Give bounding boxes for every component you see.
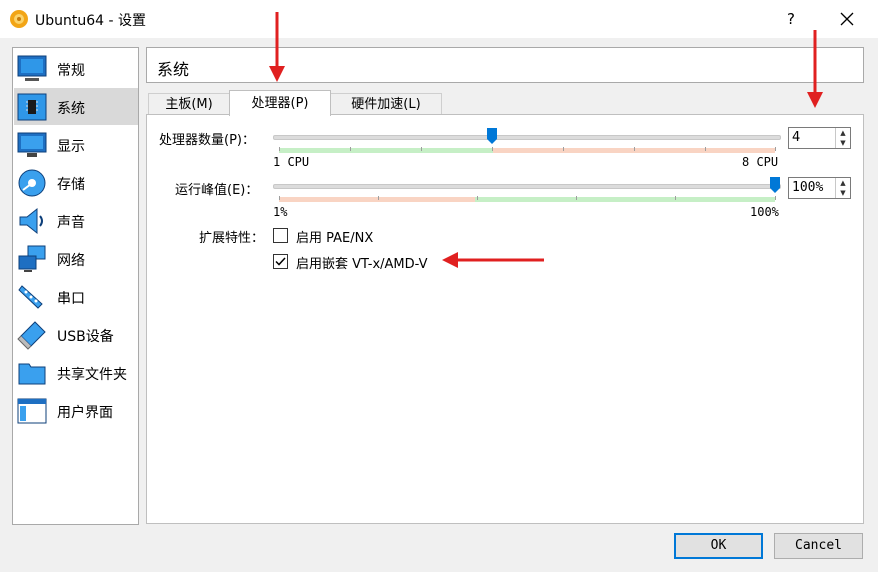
sidebar-item-display[interactable]: 显示 [14,126,138,163]
sidebar-item-label: 串口 [57,291,85,307]
network-icon [18,245,46,272]
speaker-icon [19,207,43,235]
sidebar-item-label: USB设备 [57,329,114,345]
tab-acceleration[interactable]: 硬件加速(L) [330,93,442,115]
sidebar-item-serial[interactable]: 串口 [14,278,138,315]
cpu-tick [279,147,280,151]
sidebar-item-storage[interactable]: 存储 [14,164,138,201]
nested-virtualization-label[interactable]: 启用嵌套 VT-x/AMD-V [296,253,427,272]
tab-motherboard[interactable]: 主板(M) [148,93,230,115]
cpu-max-label: 8 CPU [742,155,779,169]
cpu-count-spinbox[interactable]: 4 ▲ ▼ [788,127,851,149]
exec-cap-max-label: 100% [750,205,779,219]
sidebar-item-usb[interactable]: USB设备 [14,316,138,353]
page-title: 系统 [157,60,190,79]
cancel-button[interactable]: Cancel [774,533,863,559]
cpu-tick [705,147,706,151]
exec-cap-slider-handle[interactable] [769,176,781,194]
sidebar-item-network[interactable]: 网络 [14,240,138,277]
exec-cap-range-warn [279,197,475,202]
storage-icon [18,169,46,197]
monitor-icon [17,55,47,81]
annotation-arrow-left-icon [442,252,544,268]
cpu-count-value: 4 [792,130,801,145]
cpu-tick [492,147,493,151]
cpu-tick [421,147,422,151]
pae-checkbox[interactable] [273,228,288,243]
cpu-min-label: 1 CPU [273,155,310,169]
nested-virtualization-checkbox[interactable] [273,254,288,269]
spin-down-icon[interactable]: ▼ [836,138,850,148]
cpu-count-range-good [279,148,493,153]
chip-icon [17,93,47,121]
pae-label[interactable]: 启用 PAE/NX [296,227,373,246]
window-title: Ubuntu64 - 设置 [35,13,147,29]
virtualbox-app-icon [10,10,28,28]
exec-cap-min-label: 1% [273,205,288,219]
spin-down-icon[interactable]: ▼ [836,188,850,198]
exec-tick [576,196,577,200]
window-icon [17,398,47,424]
sidebar-item-label: 存储 [57,177,85,193]
exec-cap-value: 100% [792,180,824,195]
exec-tick [378,196,379,200]
annotation-arrow-down-icon [269,12,285,82]
sidebar-item-label: 共享文件夹 [57,367,127,383]
title-bar: Ubuntu64 - 设置 ? [0,0,878,38]
sidebar-item-label: 显示 [57,139,85,155]
exec-cap-spin-arrows[interactable]: ▲ ▼ [835,178,850,198]
sidebar-item-general[interactable]: 常规 [14,50,138,87]
exec-tick [477,196,478,200]
sidebar-item-user-interface[interactable]: 用户界面 [14,392,138,429]
display-icon [17,132,47,157]
checkmark-icon [275,257,286,266]
sidebar-item-audio[interactable]: 声音 [14,202,138,239]
cpu-tick [563,147,564,151]
close-button[interactable] [834,6,860,32]
page-header: 系统 [146,47,864,83]
exec-cap-slider-groove[interactable] [273,184,781,189]
sidebar-item-shared-folders[interactable]: 共享文件夹 [14,354,138,391]
exec-cap-spinbox[interactable]: 100% ▲ ▼ [788,177,851,199]
cpu-count-slider-handle[interactable] [486,127,498,145]
cpu-count-slider-groove[interactable] [273,135,781,140]
cpu-tick [775,147,776,151]
exec-tick [279,196,280,200]
cpu-count-label: 处理器数量(P)： [159,133,255,148]
exec-tick [775,196,776,200]
settings-sidebar: 常规 系统 显示 存储 声音 网络 串口 USB设备 共享文件夹 用户界面 [12,47,139,525]
cpu-tick [350,147,351,151]
processor-panel: 处理器数量(P)： 1 CPU 8 CPU 4 ▲ ▼ 运行峰值(E)： 1% … [146,114,864,524]
exec-tick [675,196,676,200]
sidebar-item-label: 声音 [57,215,85,231]
sidebar-item-label: 用户界面 [57,405,113,421]
folder-icon [18,363,46,385]
cpu-count-spin-arrows[interactable]: ▲ ▼ [835,128,850,148]
annotation-arrow-down-icon [807,30,823,108]
sidebar-item-label: 网络 [57,253,85,269]
help-button[interactable]: ? [780,6,802,32]
sidebar-item-system[interactable]: 系统 [14,88,138,125]
spin-up-icon[interactable]: ▲ [836,128,850,138]
spin-up-icon[interactable]: ▲ [836,178,850,188]
cpu-tick [634,147,635,151]
sidebar-item-label: 常规 [57,63,85,79]
close-icon [840,12,854,26]
usb-icon [17,321,46,350]
sidebar-item-label: 系统 [57,101,85,117]
serial-port-icon [18,285,43,309]
exec-cap-range-good [475,197,775,202]
tab-processor[interactable]: 处理器(P) [229,90,331,116]
ok-button[interactable]: OK [674,533,763,559]
exec-cap-label: 运行峰值(E)： [175,183,259,198]
ext-features-label: 扩展特性： [199,231,265,246]
